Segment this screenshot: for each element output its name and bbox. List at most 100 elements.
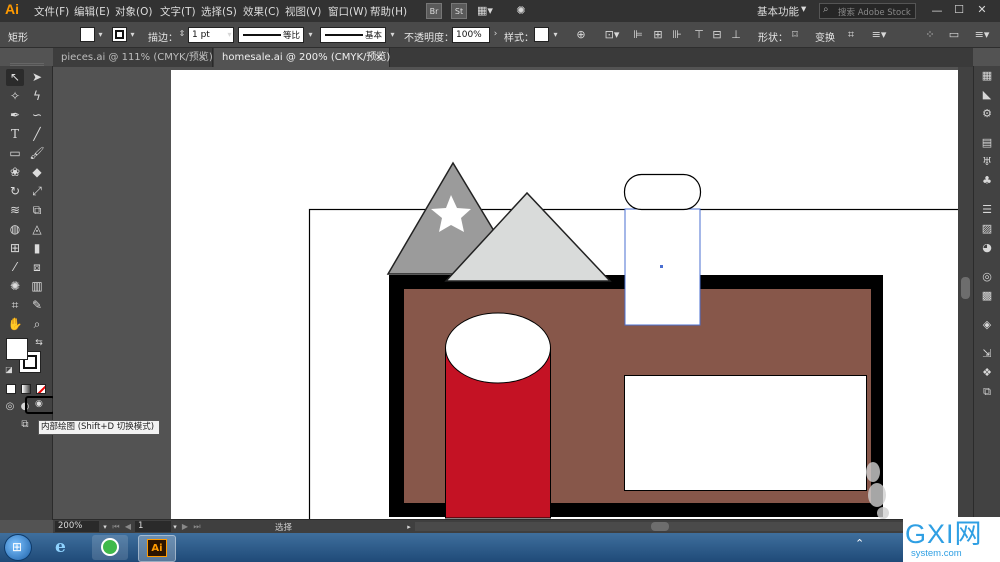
panel-grip[interactable] [10,63,44,66]
swatches-icon[interactable]: ▤ [980,136,994,150]
scale-tool-icon[interactable]: ⤢ [28,183,46,200]
align-to-icon[interactable]: ⊡▾ [604,28,620,42]
menu-window[interactable]: 窗口(W) [328,4,368,19]
minimize-icon[interactable]: — [930,4,944,18]
close-tab-icon[interactable]: × [375,48,383,67]
artboards-icon[interactable]: ⧉ [980,385,994,399]
align-left-icon[interactable]: ⊫ [632,28,644,42]
artboard-number-field[interactable]: 1 [135,521,171,532]
blend-tool-icon[interactable]: ⧈ [28,259,46,276]
cc-libraries-icon[interactable]: ⚙ [980,107,994,121]
shape-builder-tool-icon[interactable]: ◍ [6,221,24,238]
shape-properties-icon[interactable]: ⌑ [789,28,801,42]
white-window-rectangle[interactable] [624,375,867,491]
workspace-chevron-icon[interactable]: ▾ [801,3,806,15]
stroke-panel-icon[interactable]: ☰ [980,203,994,217]
stroke-stepper-icon[interactable]: ⇕ [178,27,186,41]
menu-select[interactable]: 选择(S) [201,4,237,19]
menu-object[interactable]: 对象(O) [115,4,152,19]
direct-selection-tool-icon[interactable]: ➤ [28,69,46,86]
close-tab-icon[interactable]: × [198,48,206,67]
fill-color-box[interactable] [6,338,28,360]
first-artboard-icon[interactable]: ⏮ [111,520,121,534]
menu-view[interactable]: 视图(V) [285,4,321,19]
graphic-styles-icon[interactable]: ▩ [980,289,994,303]
menu-help[interactable]: 帮助(H) [370,4,407,19]
shaper-tool-icon[interactable]: ❀ [6,164,24,181]
variable-width-profile[interactable]: 等比 [238,27,304,43]
paintbrush-tool-icon[interactable]: 🖌 [28,145,46,162]
none-mode-icon[interactable] [36,384,46,394]
layers-icon[interactable]: ◈ [980,318,994,332]
default-colors-icon[interactable]: ◪ [4,363,14,377]
align-bottom-icon[interactable]: ⊥ [730,28,742,42]
object-menu-icon[interactable]: ≡▾ [868,28,890,42]
isolate-object-icon[interactable]: ⌗ [845,28,857,42]
next-artboard-icon[interactable]: ▶ [181,520,189,534]
selection-tool-icon[interactable]: ↖ [6,69,24,86]
zoom-field[interactable]: 200% [55,521,99,532]
taskbar-browser[interactable] [92,535,128,560]
transparency-panel-icon[interactable]: ◕ [980,241,994,255]
menu-effect[interactable]: 效果(C) [243,4,280,19]
stock-button[interactable]: St [451,3,467,19]
draw-normal-icon[interactable]: ◎ [4,400,16,414]
layers-stack-icon[interactable]: ❖ [980,366,994,380]
zoom-tool-icon[interactable]: ⌕ [28,316,46,333]
fill-chevron-icon[interactable]: ▾ [96,28,105,42]
horizontal-scroll-thumb[interactable] [651,522,669,531]
opacity-arrow-icon[interactable]: › [491,27,500,41]
stroke-swatch[interactable] [112,27,127,42]
graphic-style-swatch[interactable] [534,27,549,42]
artboard-tool-icon[interactable]: ⌗ [6,297,24,314]
menu-file[interactable]: 文件(F) [34,4,69,19]
close-icon[interactable]: ✕ [975,3,989,17]
eraser-tool-icon[interactable]: ◆ [28,164,46,181]
chimney-top-cap[interactable] [623,173,702,211]
shape-label[interactable]: 形状： [758,29,788,44]
stroke-weight-chevron-icon[interactable]: ▾ [225,28,234,42]
swap-fill-stroke-icon[interactable]: ⇆ [34,336,44,350]
mesh-tool-icon[interactable]: ⊞ [6,240,24,257]
stock-search[interactable]: ⌕ 搜索 Adobe Stock [819,3,916,19]
fill-swatch[interactable] [80,27,95,42]
column-graph-tool-icon[interactable]: ▥ [28,278,46,295]
color-guide-icon[interactable]: ◣ [980,88,994,102]
lasso-tool-icon[interactable]: ϟ [28,88,46,105]
curvature-tool-icon[interactable]: ∽ [28,107,46,124]
symbols-icon[interactable]: ♣ [980,174,994,188]
hand-tool-icon[interactable]: ✋ [6,316,24,333]
start-button[interactable]: ⊞ [4,534,32,561]
align-right-icon[interactable]: ⊪ [671,28,683,42]
export-asset-icon[interactable]: ⇲ [980,347,994,361]
slice-tool-icon[interactable]: ✎ [28,297,46,314]
artwork-canvas[interactable] [53,67,958,519]
rotate-tool-icon[interactable]: ↻ [6,183,24,200]
draw-inside-button[interactable]: ◉ [25,396,55,414]
color-panel-icon[interactable]: ▦ [980,69,994,83]
maximize-icon[interactable]: ☐ [952,3,966,17]
status-arrow-icon[interactable]: ▸ [405,520,413,534]
transform-icon[interactable]: ▭ [948,28,960,42]
vertical-scrollbar[interactable] [958,67,973,519]
eyedropper-tool-icon[interactable]: ⁄ [6,259,24,276]
gpu-performance-icon[interactable]: ✺ [512,4,530,18]
transform-label[interactable]: 变换 [815,29,835,44]
arrange-icon[interactable]: ⁘ [924,28,936,42]
magic-wand-tool-icon[interactable]: ✧ [6,88,24,105]
stroke-chevron-icon[interactable]: ▾ [128,28,137,42]
align-center-icon[interactable]: ⊞ [652,28,664,42]
appearance-panel-icon[interactable]: ◎ [980,270,994,284]
taskbar-illustrator[interactable]: Ai [138,535,176,562]
pen-tool-icon[interactable]: ✒ [6,107,24,124]
gradient-mode-icon[interactable] [21,384,31,394]
gradient-panel-icon[interactable]: ▨ [980,222,994,236]
bridge-button[interactable]: Br [426,3,442,19]
perspective-grid-tool-icon[interactable]: ◬ [28,221,46,238]
tab-pieces[interactable]: pieces.ai @ 111% (CMYK/预览) × [53,48,213,67]
symbol-sprayer-tool-icon[interactable]: ✺ [6,278,24,295]
menu-type[interactable]: 文字(T) [160,4,196,19]
control-panel-menu-icon[interactable]: ≡▾ [972,28,992,42]
tab-homesale[interactable]: homesale.ai @ 200% (CMYK/预览) × [214,48,390,67]
zoom-chevron-icon[interactable]: ▾ [101,520,109,534]
